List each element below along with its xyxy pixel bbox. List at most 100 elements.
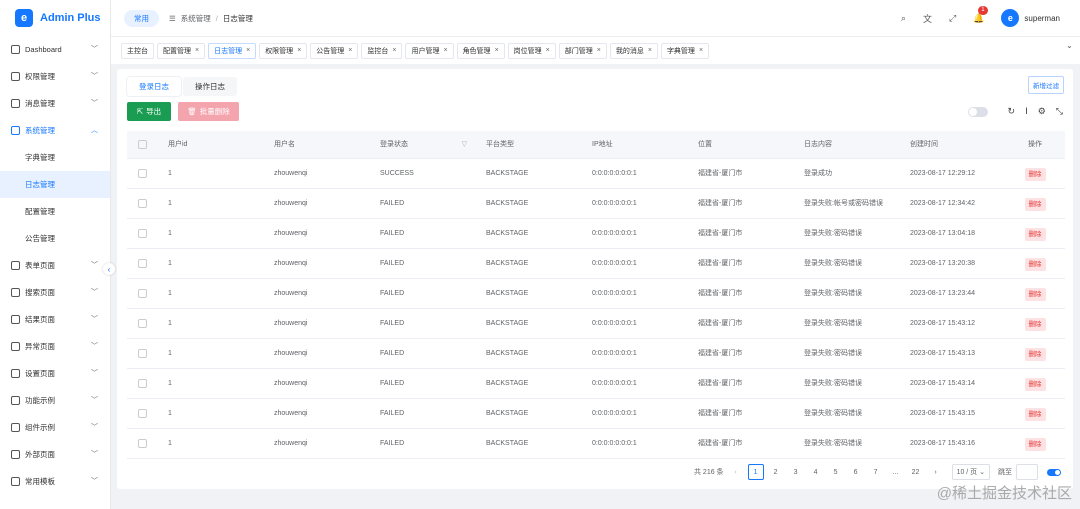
close-icon[interactable]: × [246, 47, 250, 54]
page-number[interactable]: 4 [808, 464, 824, 480]
delete-button[interactable]: 删除 [1024, 228, 1046, 241]
delete-button[interactable]: 删除 [1024, 348, 1046, 361]
fullscreen-icon[interactable]: ⤢ [949, 13, 956, 24]
sidebar-subitem[interactable]: 日志管理 [0, 171, 110, 198]
tab-item[interactable]: 监控台 × [361, 42, 403, 59]
page-number[interactable]: 22 [908, 464, 924, 480]
row-checkbox[interactable] [127, 158, 157, 189]
sidebar-item[interactable]: 表单页面 ﹀ [0, 252, 110, 279]
sidebar-subitem[interactable]: 公告管理 [0, 225, 110, 252]
chevron-down-icon[interactable]: ⌄ [1066, 41, 1073, 50]
close-icon[interactable]: × [195, 47, 199, 54]
sidebar-collapse-button[interactable]: ‹ [103, 263, 115, 275]
gear-icon[interactable]: ⚙ [1038, 106, 1046, 117]
page-number[interactable]: 3 [788, 464, 804, 480]
sidebar-item[interactable]: 系统管理 ︿ [0, 117, 110, 144]
sidebar-subitem[interactable]: 配置管理 [0, 198, 110, 225]
tab-login-log[interactable]: 登录日志 [127, 77, 181, 96]
delete-button[interactable]: 删除 [1024, 318, 1046, 331]
sidebar-subitem[interactable]: 字典管理 [0, 144, 110, 171]
next-page-button[interactable]: › [928, 464, 944, 480]
delete-button[interactable]: 删除 [1024, 168, 1046, 181]
jump-input[interactable] [1016, 464, 1038, 480]
sidebar-item[interactable]: 权限管理 ﹀ [0, 63, 110, 90]
page-number[interactable]: 5 [828, 464, 844, 480]
fullscreen-table-icon[interactable]: ⤡ [1056, 106, 1063, 117]
sidebar-item[interactable]: 组件示例 ﹀ [0, 414, 110, 441]
table-row[interactable]: 1 zhouwenqi FAILED BACKSTAGE 0:0:0:0:0:0:0:1… [127, 188, 1065, 219]
table-row[interactable]: 1 zhouwenqi FAILED BACKSTAGE 0:0:0:0:0:0:0:1… [127, 278, 1065, 309]
close-icon[interactable]: × [699, 47, 703, 54]
sidebar-item[interactable]: 结果页面 ﹀ [0, 306, 110, 333]
close-icon[interactable]: × [546, 47, 550, 54]
delete-button[interactable]: 删除 [1024, 378, 1046, 391]
table-row[interactable]: 1 zhouwenqi SUCCESS BACKSTAGE 0:0:0:0:0:0:0:… [127, 158, 1065, 189]
delete-button[interactable]: 删除 [1024, 198, 1046, 211]
delete-button[interactable]: 删除 [1024, 258, 1046, 271]
tab-operation-log[interactable]: 操作日志 [183, 77, 237, 96]
close-icon[interactable]: × [648, 47, 652, 54]
tab-item[interactable]: 配置管理 × [157, 42, 206, 59]
app-logo[interactable]: e Admin Plus [0, 0, 110, 36]
sidebar-item[interactable]: 异常页面 ﹀ [0, 333, 110, 360]
tab-item[interactable]: 权限管理 × [259, 42, 308, 59]
user-menu[interactable]: e superman [1001, 9, 1060, 27]
stripe-toggle[interactable] [967, 106, 988, 117]
row-checkbox[interactable] [127, 248, 157, 279]
pager-toggle[interactable] [1047, 468, 1061, 476]
env-pill[interactable]: 常用 [124, 9, 159, 27]
row-checkbox[interactable] [127, 428, 157, 459]
row-checkbox[interactable] [127, 338, 157, 369]
tab-item[interactable]: 用户管理 × [405, 42, 454, 59]
tab-item[interactable]: 字典管理 × [660, 42, 710, 59]
select-all-checkbox[interactable] [127, 131, 157, 159]
density-icon[interactable]: Ⅰ [1025, 106, 1028, 117]
add-filter-button[interactable]: 新增过滤 [1028, 76, 1064, 94]
page-size-select[interactable]: 10 / 页 ⌄ [951, 464, 990, 480]
row-checkbox[interactable] [127, 278, 157, 309]
page-number[interactable]: 2 [768, 464, 784, 480]
close-icon[interactable]: × [597, 47, 601, 54]
close-icon[interactable]: × [392, 47, 396, 54]
table-row[interactable]: 1 zhouwenqi FAILED BACKSTAGE 0:0:0:0:0:0:0:1… [127, 248, 1065, 279]
bell-icon[interactable]: 🔔 1 [973, 5, 988, 24]
page-number[interactable]: 7 [868, 464, 884, 480]
sidebar-item[interactable]: Dashboard ﹀ [0, 36, 110, 63]
row-checkbox[interactable] [127, 188, 157, 219]
batch-delete-button[interactable]: 🗑 批量删除 [178, 102, 239, 121]
delete-button[interactable]: 删除 [1024, 288, 1046, 301]
row-checkbox[interactable] [127, 308, 157, 339]
page-number[interactable]: ... [888, 464, 904, 480]
sidebar-item[interactable]: 设置页面 ﹀ [0, 360, 110, 387]
table-row[interactable]: 1 zhouwenqi FAILED BACKSTAGE 0:0:0:0:0:0:0:1… [127, 218, 1065, 249]
tab-item[interactable]: 岗位管理 × [507, 42, 556, 59]
delete-button[interactable]: 删除 [1024, 408, 1046, 421]
close-icon[interactable]: × [297, 47, 301, 54]
export-button[interactable]: ⇱ 导出 [127, 102, 171, 121]
table-row[interactable]: 1 zhouwenqi FAILED BACKSTAGE 0:0:0:0:0:0:0:1… [127, 308, 1065, 339]
page-number[interactable]: 6 [848, 464, 864, 480]
filter-icon[interactable]: ▽ [462, 140, 467, 148]
row-checkbox[interactable] [127, 368, 157, 399]
table-row[interactable]: 1 zhouwenqi FAILED BACKSTAGE 0:0:0:0:0:0:0:1… [127, 428, 1065, 459]
row-checkbox[interactable] [127, 218, 157, 249]
sidebar-item[interactable]: 功能示例 ﹀ [0, 387, 110, 414]
prev-page-button[interactable]: ‹ [728, 464, 744, 480]
tab-item[interactable]: 我的消息 × [609, 42, 658, 59]
tab-item[interactable]: 日志管理 × [208, 42, 257, 59]
close-icon[interactable]: × [443, 47, 447, 54]
sidebar-item[interactable]: 常用模板 ﹀ [0, 468, 110, 495]
close-icon[interactable]: × [495, 47, 499, 54]
tab-item[interactable]: 公告管理 × [310, 42, 359, 59]
row-checkbox[interactable] [127, 398, 157, 429]
table-row[interactable]: 1 zhouwenqi FAILED BACKSTAGE 0:0:0:0:0:0:0:1… [127, 368, 1065, 399]
refresh-icon[interactable]: ↻ [1008, 106, 1016, 117]
sidebar-item[interactable]: 消息管理 ﹀ [0, 90, 110, 117]
page-number[interactable]: 1 [747, 464, 764, 480]
tab-item[interactable]: 角色管理 × [456, 42, 505, 59]
sidebar-item[interactable]: 外部页面 ﹀ [0, 441, 110, 468]
search-icon[interactable]: ⌕ [901, 13, 906, 24]
breadcrumb-item[interactable]: 系统管理 [181, 13, 211, 24]
table-row[interactable]: 1 zhouwenqi FAILED BACKSTAGE 0:0:0:0:0:0:0:1… [127, 398, 1065, 429]
tab-item[interactable]: 主控台 [121, 42, 154, 59]
